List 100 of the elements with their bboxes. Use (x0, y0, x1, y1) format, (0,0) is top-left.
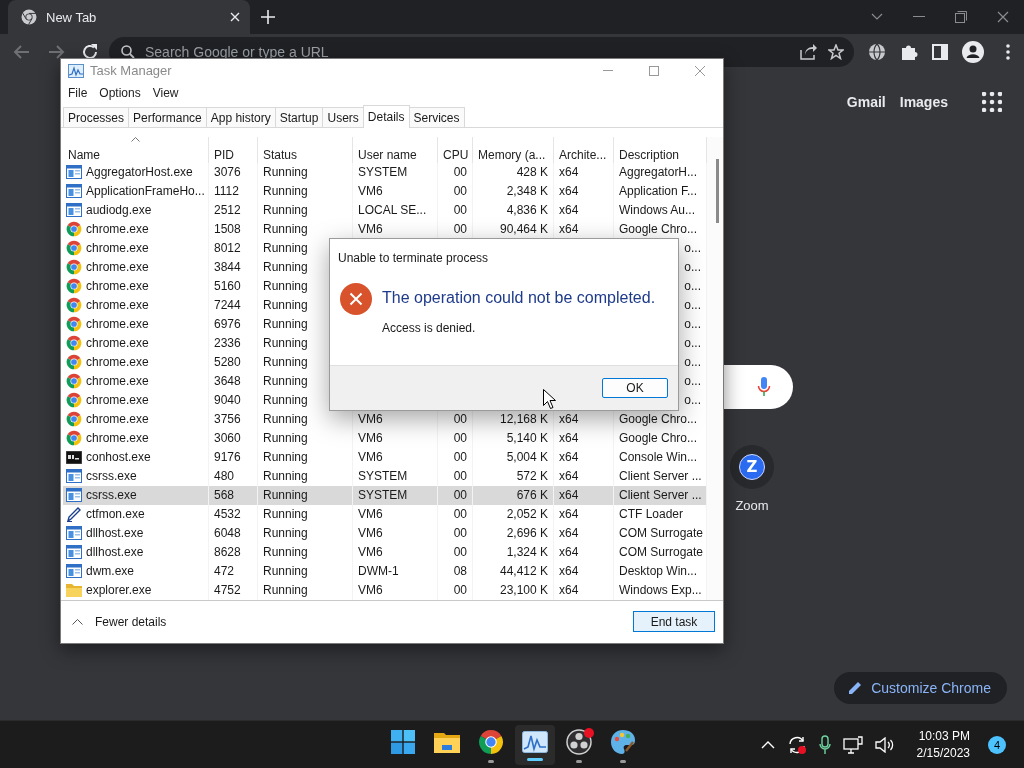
table-cell: 23,100 K (499, 583, 548, 598)
ok-button[interactable]: OK (602, 378, 668, 398)
column-header[interactable]: User name (353, 136, 438, 166)
tab[interactable]: App history (205, 106, 276, 127)
table-cell: Running (263, 222, 308, 237)
star-icon[interactable] (828, 44, 844, 60)
process-row[interactable]: csrss.exe 480 Running SYSTEM 00 572 K x64 Client Server ... (63, 466, 707, 486)
scrollbar-thumb[interactable] (716, 158, 719, 223)
mic-icon[interactable] (818, 734, 831, 755)
table-cell: Running (263, 355, 308, 370)
column-header[interactable]: PID (209, 136, 258, 166)
process-row[interactable]: explorer.exe 4752 Running VM6 00 23,100 K x64 Windows Exp... (63, 580, 707, 600)
window-icon (66, 165, 82, 180)
table-cell: 1,324 K (506, 545, 548, 560)
process-name: chrome.exe (86, 355, 149, 370)
sidebar-icon[interactable] (932, 44, 948, 60)
shortcut-label[interactable]: Zoom (735, 498, 769, 513)
tab[interactable]: Startup (274, 106, 324, 127)
console-icon (66, 450, 82, 464)
chevron-up-icon[interactable] (760, 740, 775, 749)
table-cell: 8628 (214, 545, 241, 560)
header-link[interactable]: Gmail (846, 94, 886, 110)
table-cell: 12,168 K (499, 412, 548, 427)
header-link[interactable]: Images (899, 94, 948, 110)
customize-button[interactable]: Customize Chrome (834, 672, 1007, 704)
tab[interactable]: Details (362, 104, 410, 128)
table-cell: 5160 (214, 279, 241, 294)
table-cell: 6976 (214, 317, 241, 332)
error-icon (340, 283, 372, 315)
puzzle-icon[interactable] (900, 43, 918, 61)
minimize-icon[interactable] (913, 16, 925, 18)
process-name: chrome.exe (86, 374, 149, 389)
browser-tab[interactable]: New Tab (8, 0, 250, 34)
column-header[interactable]: Status (258, 136, 353, 166)
process-row[interactable]: ctfmon.exe 4532 Running VM6 00 2,052 K x64 CTF Loader (63, 504, 707, 524)
process-row[interactable]: csrss.exe 568 Running SYSTEM 00 676 K x64 Client Server ... (63, 485, 707, 505)
table-cell: Running (263, 412, 308, 427)
process-name: chrome.exe (86, 393, 149, 408)
table-cell: 2512 (214, 203, 241, 218)
table-cell: 676 K (516, 488, 548, 503)
menu-item[interactable]: File (62, 84, 94, 103)
more-icon[interactable] (1006, 44, 1010, 60)
window-icon (66, 545, 82, 560)
table-cell: 3756 (214, 412, 241, 427)
tab[interactable]: Processes (63, 106, 130, 127)
profile-icon[interactable] (962, 41, 984, 63)
forward-icon[interactable] (47, 43, 65, 61)
process-name: explorer.exe (86, 583, 152, 598)
tab[interactable]: Performance (128, 106, 207, 127)
chrome-logo-icon (66, 392, 82, 409)
volume-icon[interactable] (874, 736, 895, 753)
clock-button[interactable]: 10:03 PM 2/15/2023 (914, 729, 972, 760)
table-cell: Google Chro... (619, 431, 698, 446)
process-name: dllhost.exe (86, 526, 144, 541)
end-task-button[interactable]: End task (633, 611, 715, 633)
tab[interactable]: Services (408, 106, 465, 127)
table-cell: o... (684, 260, 701, 275)
menu-item[interactable]: Options (93, 84, 147, 103)
apps-grid-icon[interactable] (982, 92, 1002, 112)
back-icon[interactable] (13, 43, 31, 61)
process-row[interactable]: ApplicationFrameHo... 1112 Running VM6 00 2,348 K x64 Application F... (63, 181, 707, 201)
pencil-icon (848, 681, 863, 695)
table-cell: 00 (453, 507, 467, 522)
windows-logo-icon (391, 729, 415, 754)
column-header[interactable]: CPU (438, 136, 473, 166)
window-icon (66, 526, 82, 541)
table-cell: o... (684, 336, 701, 351)
process-row[interactable]: dllhost.exe 8628 Running VM6 00 1,324 K x64 COM Surrogate (63, 542, 707, 562)
reload-icon[interactable] (81, 43, 99, 61)
table-cell: Application F... (619, 184, 698, 199)
process-name: dllhost.exe (86, 545, 144, 560)
close-icon[interactable] (997, 11, 1009, 23)
globe-icon[interactable] (868, 43, 886, 61)
table-cell: Running (263, 488, 308, 503)
shortcut-tile[interactable]: Z (730, 445, 774, 489)
process-row[interactable]: audiodg.exe 2512 Running LOCAL SE... 00 4,836 K x64 Windows Au... (63, 200, 707, 220)
column-header[interactable]: Memory (a... (473, 136, 554, 166)
sync-icon[interactable] (786, 734, 807, 755)
chrome-logo-icon (66, 373, 82, 390)
tab[interactable]: Users (322, 106, 364, 127)
taskbar-app[interactable] (515, 724, 555, 765)
chevron-down-icon[interactable] (871, 13, 883, 21)
column-header[interactable]: Archite... (554, 136, 614, 166)
restore-icon[interactable] (955, 11, 967, 23)
table-cell: 00 (453, 545, 467, 560)
details-toggle[interactable]: Fewer details (72, 614, 167, 629)
table-cell: 2,696 K (506, 526, 548, 541)
network-icon[interactable] (842, 735, 863, 754)
process-row[interactable]: conhost.exe 9176 Running VM6 00 5,004 K x64 Console Win... (63, 447, 707, 467)
share-icon[interactable] (800, 44, 818, 60)
process-row[interactable]: AggregatorHost.exe 3076 Running SYSTEM 00 428 K x64 AggregatorH... (63, 162, 707, 182)
task-manager-icon (522, 730, 548, 753)
process-row[interactable]: dllhost.exe 6048 Running VM6 00 2,696 K x64 COM Surrogate (63, 523, 707, 543)
table-cell: 08 (453, 564, 467, 579)
table-cell: o... (684, 241, 701, 256)
process-row[interactable]: chrome.exe 3060 Running VM6 00 5,140 K x64 Google Chro... (63, 428, 707, 448)
process-row[interactable]: dwm.exe 472 Running DWM-1 08 44,412 K x64 Desktop Win... (63, 561, 707, 581)
notification-badge[interactable]: 4 (988, 735, 1006, 754)
menu-item[interactable]: View (146, 84, 185, 103)
plus-icon[interactable] (261, 10, 275, 24)
